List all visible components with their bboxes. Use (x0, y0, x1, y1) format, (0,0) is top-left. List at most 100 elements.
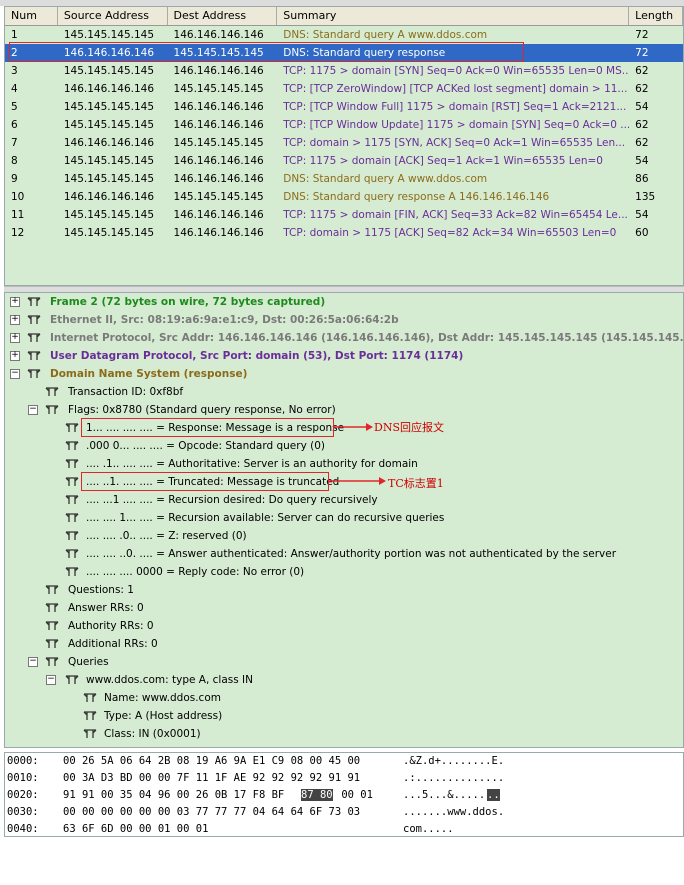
expand-plus-icon[interactable]: + (10, 333, 20, 343)
hex-bytes: 91 91 00 35 04 96 00 26 0B 17 F8 BF (63, 789, 291, 801)
packet-num: 5 (11, 101, 18, 113)
tree-transaction-id-label: Transaction ID: 0xf8bf (68, 386, 184, 398)
col-length[interactable]: Length (629, 7, 683, 25)
packet-row[interactable]: 7 146.146.146.146 145.145.145.145 TCP: doma… (5, 134, 683, 152)
tree-leaf-icon (45, 620, 59, 631)
hex-bytes: 00 3A D3 BD 00 00 7F 11 1F AE 92 92 92 9… (63, 772, 361, 784)
packet-source: 145.145.145.145 (63, 227, 155, 239)
tree-flag-opcode-label: .000 0... .... .... = Opcode: Standard q… (86, 440, 326, 452)
hex-row: 0040: 63 6F 6D 00 00 01 00 01 com..... (7, 823, 454, 840)
packet-dest: 145.145.145.145 (173, 83, 264, 95)
hex-bytes-highlight: 87 80 (301, 789, 333, 801)
expand-plus-icon[interactable]: + (10, 297, 20, 307)
packet-length: 72 (635, 47, 649, 59)
wireshark-window: Num Source Address Dest Address Summary … (0, 0, 684, 837)
packet-length: 62 (635, 83, 649, 95)
tree-query-name-label: Name: www.ddos.com (104, 692, 221, 704)
tree-query-type-label: Type: A (Host address) (104, 710, 223, 722)
packet-num: 4 (11, 83, 18, 95)
packet-row[interactable]: 12 145.145.145.145 146.146.146.146 TCP: dom… (5, 224, 683, 242)
packet-row[interactable]: 9 145.145.145.145 146.146.146.146 DNS: Stan… (5, 170, 683, 188)
collapse-minus-icon[interactable]: − (46, 675, 56, 685)
packet-row[interactable]: 10 146.146.146.146 145.145.145.145 DNS: Sta… (5, 188, 683, 206)
hex-bytes: 63 6F 6D 00 00 01 00 01 (63, 823, 209, 835)
collapse-minus-icon[interactable]: − (28, 657, 38, 667)
tree-leaf-icon (65, 566, 79, 577)
hex-row: 0020: 91 91 00 35 04 96 00 26 0B 17 F8 B… (7, 789, 500, 806)
packet-row[interactable]: 4 146.146.146.146 145.145.145.145 TCP: [TCP… (5, 80, 683, 98)
packet-summary: DNS: Standard query response A 146.146.1… (283, 191, 550, 203)
col-num[interactable]: Num (5, 7, 58, 25)
packet-num: 1 (11, 29, 18, 41)
packet-list-header: Num Source Address Dest Address Summary … (5, 7, 683, 26)
packet-summary: DNS: Standard query response (283, 47, 446, 59)
collapse-minus-icon[interactable]: − (28, 405, 38, 415)
col-source[interactable]: Source Address (58, 7, 168, 25)
packet-rows: 1 145.145.145.145 146.146.146.146 DNS: Stan… (5, 26, 683, 242)
col-dest[interactable]: Dest Address (168, 7, 278, 25)
packet-source: 145.145.145.145 (63, 173, 155, 185)
hex-ascii-highlight: .. (487, 789, 500, 801)
packet-summary: TCP: 1175 > domain [SYN] Seq=0 Ack=0 Win… (283, 65, 630, 77)
packet-row[interactable]: 11 145.145.145.145 146.146.146.146 TCP: 117… (5, 206, 683, 224)
packet-summary: TCP: [TCP Window Full] 1175 > domain [RS… (283, 101, 627, 113)
packet-summary: TCP: [TCP Window Update] 1175 > domain [… (283, 119, 630, 131)
tree-udp-label: User Datagram Protocol, Src Port: domain… (50, 350, 464, 362)
hex-ascii: .&Z.d+........E. (403, 755, 505, 767)
tree-flag-z-label: .... .... .0.. .... = Z: reserved (0) (86, 530, 247, 542)
tree-leaf-icon (65, 476, 79, 487)
packet-row[interactable]: 2 146.146.146.146 145.145.145.145 DNS: Stan… (5, 44, 683, 62)
packet-source: 145.145.145.145 (63, 65, 155, 77)
hex-offset: 0020: (7, 789, 39, 801)
hex-row: 0010: 00 3A D3 BD 00 00 7F 11 1F AE 92 9… (7, 772, 504, 789)
annotation-dns-response: DNS回应报文 (374, 421, 444, 434)
packet-length: 62 (635, 119, 649, 131)
tree-leaf-icon (65, 494, 79, 505)
tree-leaf-icon (65, 440, 79, 451)
packet-summary: DNS: Standard query A www.ddos.com (283, 173, 488, 185)
hex-ascii: com..... (403, 823, 454, 835)
collapse-minus-icon[interactable]: − (10, 369, 20, 379)
packet-row[interactable]: 1 145.145.145.145 146.146.146.146 DNS: Stan… (5, 26, 683, 44)
tree-node-icon (45, 404, 59, 415)
packet-list[interactable]: Num Source Address Dest Address Summary … (4, 6, 684, 286)
tree-flag-rcode-label: .... .... .... 0000 = Reply code: No err… (86, 566, 305, 578)
hex-ascii: ...5...&...... (403, 789, 492, 801)
packet-source: 145.145.145.145 (63, 29, 155, 41)
packet-summary: TCP: domain > 1175 [ACK] Seq=82 Ack=34 W… (283, 227, 617, 239)
packet-num: 12 (11, 227, 25, 239)
packet-dest: 146.146.146.146 (173, 29, 264, 41)
tree-leaf-icon (45, 584, 59, 595)
tree-leaf-icon (45, 638, 59, 649)
packet-row[interactable]: 8 145.145.145.145 146.146.146.146 TCP: 1175… (5, 152, 683, 170)
packet-num: 7 (11, 137, 18, 149)
packet-dest: 145.145.145.145 (173, 191, 264, 203)
tree-node-icon (27, 332, 41, 343)
hex-dump-pane[interactable]: 0000: 00 26 5A 06 64 2B 08 19 A6 9A E1 C… (4, 752, 684, 837)
packet-length: 54 (635, 155, 649, 167)
packet-detail-tree[interactable]: + Frame 2 (72 bytes on wire, 72 bytes ca… (4, 292, 684, 748)
tree-leaf-icon (65, 548, 79, 559)
hex-bytes: 00 01 (335, 789, 373, 801)
expand-plus-icon[interactable]: + (10, 351, 20, 361)
packet-summary: TCP: [TCP ZeroWindow] [TCP ACKed lost se… (283, 83, 628, 95)
packet-row[interactable]: 3 145.145.145.145 146.146.146.146 TCP: 1175… (5, 62, 683, 80)
arrow-right-icon (334, 423, 373, 431)
hex-bytes: 00 26 5A 06 64 2B 08 19 A6 9A E1 C9 08 0… (63, 755, 361, 767)
packet-row[interactable]: 6 145.145.145.145 146.146.146.146 TCP: [TCP… (5, 116, 683, 134)
packet-num: 3 (11, 65, 18, 77)
packet-source: 146.146.146.146 (63, 191, 155, 203)
hex-ascii: .......www.ddos. (403, 806, 505, 818)
packet-summary: TCP: 1175 > domain [FIN, ACK] Seq=33 Ack… (283, 209, 628, 221)
packet-length: 86 (635, 173, 649, 185)
tree-authority-rrs-label: Authority RRs: 0 (68, 620, 154, 632)
tree-dns-label: Domain Name System (response) (50, 368, 248, 380)
expand-plus-icon[interactable]: + (10, 315, 20, 325)
packet-summary: DNS: Standard query A www.ddos.com (283, 29, 488, 41)
packet-dest: 145.145.145.145 (173, 47, 264, 59)
packet-row[interactable]: 5 145.145.145.145 146.146.146.146 TCP: [TCP… (5, 98, 683, 116)
packet-length: 54 (635, 209, 649, 221)
packet-length: 62 (635, 137, 649, 149)
tree-leaf-icon (45, 602, 59, 613)
col-summary[interactable]: Summary (277, 7, 630, 25)
